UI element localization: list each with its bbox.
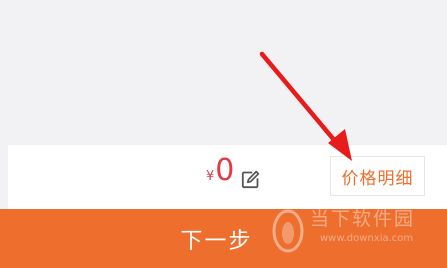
edit-icon[interactable] (241, 170, 260, 189)
next-step-label: 下一步 (180, 228, 253, 254)
price-amount: 0 (215, 153, 235, 188)
price-detail-label: 价格明细 (341, 168, 414, 189)
currency-symbol: ¥ (206, 169, 215, 184)
price-detail-button[interactable]: 价格明细 (330, 156, 425, 196)
next-step-button[interactable]: 下一步 (0, 209, 447, 268)
content-background (0, 0, 447, 145)
total-price: ¥ 0 (206, 156, 234, 192)
